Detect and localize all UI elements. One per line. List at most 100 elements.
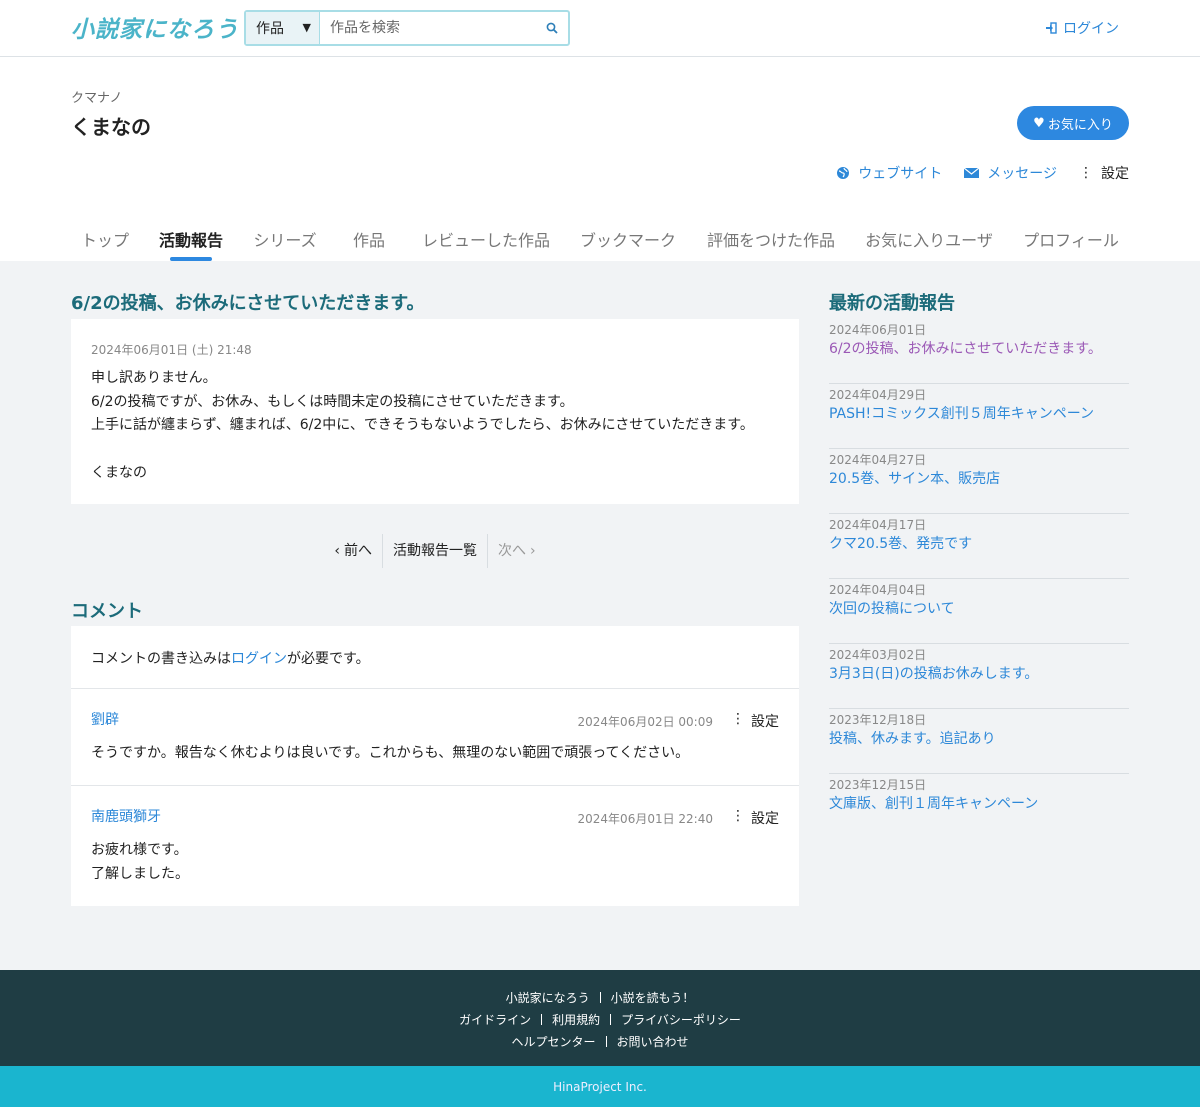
report-date: 2024年04月29日	[829, 388, 927, 402]
comment-author[interactable]: 南鹿頭獅牙	[91, 809, 161, 825]
website-label: ウェブサイト	[858, 166, 943, 182]
post-title: 6/2の投稿、お休みにさせていただきます。	[71, 293, 425, 314]
user-name: くまなの	[71, 115, 151, 139]
sidebar-heading: 最新の活動報告	[829, 293, 955, 314]
comment-date: 2024年06月02日 00:09	[577, 714, 713, 729]
search-icon	[546, 22, 558, 34]
report-date: 2023年12月18日	[829, 713, 927, 727]
next-label: 次へ	[498, 543, 526, 559]
footer-link[interactable]: ガイドライン	[449, 1011, 541, 1028]
post-date: 2024年06月01日 (土) 21:48	[91, 343, 252, 357]
search-category-select[interactable]: 作品 ▼	[246, 12, 320, 44]
comment-settings-menu[interactable]: ⋮ 設定	[731, 808, 779, 828]
report-list-link[interactable]: 活動報告一覧	[383, 533, 487, 569]
logo-text: 小説家になろう	[71, 16, 239, 43]
footer-row: 小説家になろう 小説を読もう！	[0, 989, 1200, 1006]
search-category-value: 作品	[256, 21, 284, 37]
report-link[interactable]: 投稿、休みます。追記あり	[829, 731, 996, 747]
report-link[interactable]: クマ20.5巻、発売です	[829, 536, 972, 552]
comment-login-notice: コメントの書き込みはログインが必要です。	[71, 626, 799, 689]
comment-text: お疲れ様です。 了解しました。	[91, 838, 779, 886]
tab-activity-report[interactable]: 活動報告	[159, 227, 223, 261]
heart-icon: ♥	[1033, 115, 1045, 131]
prev-link[interactable]: ‹ 前へ	[324, 533, 382, 569]
comment-line: お疲れ様です。	[91, 842, 188, 858]
chevron-right-icon: ›	[530, 543, 536, 559]
footer-row: ガイドライン 利用規約 プライバシーポリシー	[0, 1011, 1200, 1028]
profile-tabs: トップ 活動報告 シリーズ 作品 レビューした作品 ブックマーク 評価をつけた作…	[0, 217, 1200, 261]
report-link[interactable]: 3月3日(日)の投稿お休みします。	[829, 666, 1038, 682]
settings-menu[interactable]: ⋮ 設定	[1079, 163, 1129, 183]
comment-date: 2024年06月01日 22:40	[577, 811, 713, 826]
report-link[interactable]: 6/2の投稿、お休みにさせていただきます。	[829, 341, 1102, 357]
login-notice-prefix: コメントの書き込みは	[91, 651, 231, 667]
tab-profile[interactable]: プロフィール	[1023, 227, 1119, 251]
copyright-text: HinaProject Inc.	[553, 1079, 647, 1094]
footer-link[interactable]: お問い合わせ	[607, 1033, 699, 1050]
comment-text: そうですか。報告なく休むよりは良いです。これからも、無理のない範囲で頑張ってくだ…	[91, 741, 779, 765]
footer-link[interactable]: プライバシーポリシー	[611, 1011, 751, 1028]
copyright-bar: HinaProject Inc.	[0, 1066, 1200, 1107]
report-link[interactable]: 20.5巻、サイン本、販売店	[829, 471, 1000, 487]
profile-actions: ウェブサイト メッセージ ⋮ 設定	[836, 163, 1129, 183]
post-line: 申し訳ありません。	[91, 370, 217, 386]
comment-line: そうですか。報告なく休むよりは良いです。これからも、無理のない範囲で頑張ってくだ…	[91, 745, 690, 761]
comment-item: 劉辟 2024年06月02日 00:09 ⋮ 設定 そうですか。報告なく休むよりは…	[71, 689, 799, 786]
footer-link[interactable]: 小説を読もう！	[601, 989, 705, 1006]
footer-link[interactable]: 小説家になろう	[496, 989, 600, 1006]
kebab-icon: ⋮	[731, 808, 745, 824]
report-date: 2024年04月27日	[829, 453, 927, 467]
post-card: 2024年06月01日 (土) 21:48 申し訳ありません。 6/2の投稿です…	[71, 319, 799, 504]
comment-heading: コメント	[71, 601, 143, 622]
login-label: ログイン	[1063, 21, 1119, 37]
kebab-icon: ⋮	[731, 711, 745, 727]
footer-row: ヘルプセンター お問い合わせ	[0, 1033, 1200, 1050]
report-date: 2024年04月04日	[829, 583, 927, 597]
comment-meta: 2024年06月02日 00:09 ⋮ 設定	[578, 711, 779, 731]
report-link[interactable]: 次回の投稿について	[829, 601, 955, 617]
report-date: 2024年06月01日	[829, 323, 927, 337]
tab-series[interactable]: シリーズ	[253, 227, 316, 251]
message-link[interactable]: メッセージ	[964, 163, 1057, 183]
kebab-icon: ⋮	[1079, 165, 1093, 181]
post-line: 上手に話が纏まらず、纏まれば、6/2中に、できそうもないようでしたら、お休みにさ…	[91, 417, 754, 433]
post-body: 申し訳ありません。 6/2の投稿ですが、お休み、もしくは時間未定の投稿にさせてい…	[91, 367, 779, 485]
chevron-down-icon: ▼	[302, 21, 311, 34]
user-name-kana: クマナノ	[71, 91, 123, 106]
login-link[interactable]: ログイン	[1045, 18, 1119, 38]
footer-link[interactable]: ヘルプセンター	[501, 1033, 605, 1050]
search-button[interactable]	[536, 12, 568, 44]
tab-bookmarks[interactable]: ブックマーク	[580, 227, 676, 251]
report-link[interactable]: 文庫版、創刊１周年キャンペーン	[829, 796, 1038, 812]
comment-line: 了解しました。	[91, 866, 189, 882]
list-item: 2024年04月29日 PASH!コミックス創刊５周年キャンペーン	[829, 384, 1129, 449]
comment-card: コメントの書き込みはログインが必要です。 劉辟 2024年06月02日 00:0…	[71, 626, 799, 906]
search-input[interactable]	[320, 12, 536, 44]
report-link[interactable]: PASH!コミックス創刊５周年キャンペーン	[829, 406, 1094, 422]
site-logo[interactable]: 小説家になろう	[71, 10, 239, 44]
favorite-button[interactable]: ♥ お気に入り	[1017, 106, 1129, 140]
post-line: 6/2の投稿ですが、お休み、もしくは時間未定の投稿にさせていただきます。	[91, 393, 574, 410]
tab-favorite-users[interactable]: お気に入りユーザ	[865, 227, 993, 251]
tab-works[interactable]: 作品	[353, 227, 385, 251]
website-link[interactable]: ウェブサイト	[836, 163, 942, 183]
list-item: 2024年04月27日 20.5巻、サイン本、販売店	[829, 449, 1129, 514]
site-footer: 小説家になろう 小説を読もう！ ガイドライン 利用規約 プライバシーポリシー ヘルプセ…	[0, 970, 1200, 1066]
comment-login-link[interactable]: ログイン	[231, 651, 287, 667]
comment-author[interactable]: 劉辟	[91, 712, 119, 728]
search-bar: 作品 ▼	[244, 10, 570, 46]
list-item: 2023年12月18日投稿、休みます。追記あり	[829, 709, 1129, 774]
footer-link[interactable]: 利用規約	[542, 1011, 610, 1028]
tab-top[interactable]: トップ	[81, 227, 129, 251]
report-date: 2024年04月17日	[829, 518, 927, 532]
comment-item: 南鹿頭獅牙 2024年06月01日 22:40 ⋮ 設定 お疲れ様です。 了解しま…	[71, 786, 799, 906]
tab-reviewed-works[interactable]: レビューした作品	[422, 227, 550, 251]
recent-reports-list: 2024年06月01日 6/2の投稿、お休みにさせていただきます。 2024年04…	[829, 319, 1129, 839]
chevron-left-icon: ‹	[334, 543, 340, 559]
tab-rated-works[interactable]: 評価をつけた作品	[707, 227, 835, 251]
comment-settings-label: 設定	[751, 714, 779, 730]
post-line	[91, 438, 779, 462]
envelope-icon	[964, 167, 980, 178]
report-date: 2023年12月15日	[829, 778, 927, 792]
comment-settings-menu[interactable]: ⋮ 設定	[731, 711, 779, 731]
